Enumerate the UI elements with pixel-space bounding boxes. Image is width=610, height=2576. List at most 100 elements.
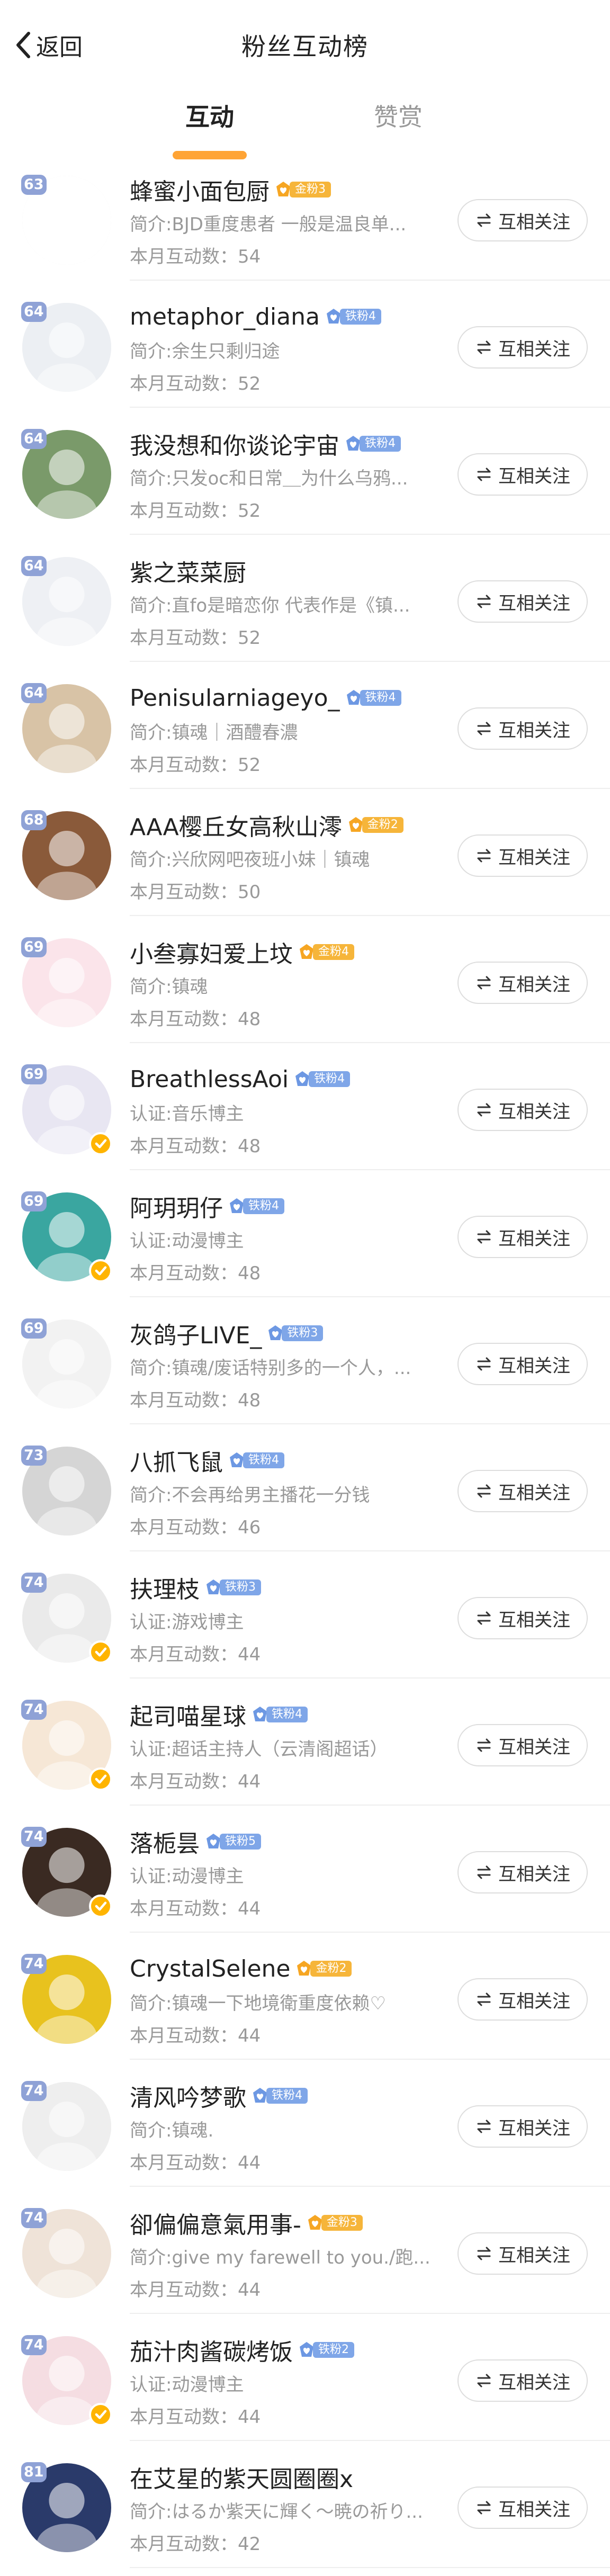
fan-row[interactable]: 68 AAA樱丘女高秋山澪 金粉2 简介:兴欣网吧夜班小妹｜镇魂 本月互动数：50 互相关… <box>0 789 610 916</box>
mutual-follow-button[interactable]: 互相关注 <box>457 580 588 623</box>
interaction-count: 本月互动数：48 <box>130 1259 458 1285</box>
fan-info: 灰鸽子LIVE_ 铁粉3 简介:镇魂/废话特别多的一个人，... 本月互动数：48 <box>130 1316 458 1412</box>
fan-info: 卻偏偏意氣用事- 金粉3 简介:give my farewell to you./跑… <box>130 2206 458 2301</box>
fan-info: 茄汁肉酱碳烤饭 铁粉2 认证:动漫博主 本月互动数：44 <box>130 2333 458 2428</box>
fan-name[interactable]: 起司喵星球 <box>130 1698 246 1731</box>
mutual-arrows-icon <box>477 1484 491 1498</box>
fan-row[interactable]: 64 metaphor_diana 铁粉4 简介:余生只剩归途 本月互动数：52 互相关注 <box>0 281 610 408</box>
fan-name[interactable]: 扶理枝 <box>130 1570 200 1604</box>
mutual-follow-button[interactable]: 互相关注 <box>457 2105 588 2148</box>
interaction-count-label: 本月互动数： <box>130 755 238 776</box>
fan-row[interactable]: 64 我没想和你谈论宇宙 铁粉4 简介:只发oc和日常＿为什么乌鸦... 本月互动数：5… <box>0 408 610 535</box>
fan-info: CrystalSelene 金粉2 简介:镇魂一下地境衛重度依赖♡ 本月互动数：44 <box>130 1952 458 2047</box>
fan-badge: 铁粉4 <box>344 435 401 453</box>
interaction-count-label: 本月互动数： <box>130 500 238 522</box>
fan-name[interactable]: AAA樱丘女高秋山澪 <box>130 808 342 842</box>
mutual-follow-button[interactable]: 互相关注 <box>457 1597 588 1639</box>
fan-name[interactable]: 小叁寡妇爱上坟 <box>130 935 293 969</box>
fan-name[interactable]: BreathlessAoi <box>130 1066 289 1093</box>
fan-badge: 铁粉4 <box>227 1451 284 1469</box>
mutual-follow-button[interactable]: 互相关注 <box>457 2232 588 2275</box>
interaction-count-label: 本月互动数： <box>130 1644 238 1665</box>
name-line: AAA樱丘女高秋山澪 金粉2 <box>130 808 458 842</box>
tab-bar: 互动 赞赏 <box>0 87 610 159</box>
fan-row[interactable]: 74 起司喵星球 铁粉4 认证:超话主持人（云清阁超话） 本月互动数：44 互相关注 <box>0 1679 610 1806</box>
mutual-follow-button[interactable]: 互相关注 <box>457 2359 588 2402</box>
fan-name[interactable]: 落栀昙 <box>130 1825 200 1859</box>
mutual-arrows-icon <box>477 2247 491 2260</box>
level-badge: 74 <box>21 1827 47 1847</box>
fan-row[interactable]: 69 BreathlessAoi 铁粉4 认证:音乐博主 本月互动数：48 互相关注 <box>0 1043 610 1170</box>
level-badge: 74 <box>21 1573 47 1593</box>
fan-badge-label: 金粉2 <box>362 817 403 833</box>
tab-interaction[interactable]: 互动 <box>130 98 289 159</box>
verified-icon <box>89 1259 112 1282</box>
fan-row[interactable]: 69 小叁寡妇爱上坟 金粉4 简介:镇魂 本月互动数：48 互相关注 <box>0 916 610 1043</box>
mutual-follow-button[interactable]: 互相关注 <box>457 1724 588 1766</box>
fan-row[interactable]: 64 紫之菜菜厨 简介:直fo是暗恋你 代表作是《镇... 本月互动数：52 互相关注 <box>0 535 610 662</box>
interaction-count-value: 52 <box>238 500 261 522</box>
fan-badge: 铁粉4 <box>324 308 381 326</box>
fan-name[interactable]: 清风吟梦歌 <box>130 2079 246 2113</box>
fan-row[interactable]: 74 CrystalSelene 金粉2 简介:镇魂一下地境衛重度依赖♡ 本月互动数：4… <box>0 1933 610 2060</box>
fan-row[interactable]: 74 落栀昙 铁粉5 认证:动漫博主 本月互动数：44 互相关注 <box>0 1806 610 1933</box>
fan-badge-label: 铁粉4 <box>339 309 381 325</box>
fan-row[interactable]: 74 卻偏偏意氣用事- 金粉3 简介:give my farewell to you.… <box>0 2187 610 2314</box>
interaction-count-label: 本月互动数： <box>130 1771 238 1792</box>
fan-badge: 铁粉4 <box>293 1070 351 1088</box>
tab-reward[interactable]: 赞赏 <box>319 98 478 133</box>
fan-row[interactable]: 69 阿玥玥仔 铁粉4 认证:动漫博主 本月互动数：48 互相关注 <box>0 1170 610 1297</box>
fan-row[interactable]: 74 清风吟梦歌 铁粉4 简介:镇魂. 本月互动数：44 互相关注 <box>0 2060 610 2187</box>
fan-name[interactable]: 阿玥玥仔 <box>130 1189 223 1223</box>
fan-badge-label: 铁粉3 <box>220 1579 261 1595</box>
fan-name[interactable]: 我没想和你谈论宇宙 <box>130 427 339 461</box>
mutual-follow-button[interactable]: 互相关注 <box>457 1470 588 1512</box>
fan-name[interactable]: 紫之菜菜厨 <box>130 554 246 588</box>
fan-name[interactable]: 八抓飞鼠 <box>130 1443 223 1477</box>
fan-name[interactable]: metaphor_diana <box>130 303 320 330</box>
mutual-follow-label: 互相关注 <box>498 338 570 360</box>
fan-row[interactable]: 81 在艾星的紫天圆圈圈x 简介:はるか紫天に輝く～暁の祈り... 本月互动数：42 互… <box>0 2441 610 2568</box>
mutual-follow-button[interactable]: 互相关注 <box>457 326 588 369</box>
fan-row[interactable]: 69 灰鸽子LIVE_ 铁粉3 简介:镇魂/废话特别多的一个人，... 本月互动数：48… <box>0 1297 610 1424</box>
name-line: 扶理枝 铁粉3 <box>130 1570 458 1604</box>
mutual-follow-button[interactable]: 互相关注 <box>457 1089 588 1131</box>
interaction-count-value: 52 <box>238 373 261 394</box>
fan-name[interactable]: 蜂蜜小面包厨 <box>130 173 270 207</box>
mutual-follow-label: 互相关注 <box>498 2245 570 2266</box>
mutual-follow-button[interactable]: 互相关注 <box>457 1216 588 1258</box>
name-line: 八抓飞鼠 铁粉4 <box>130 1443 458 1477</box>
fan-row[interactable]: 64 Penisularniageyo_ 铁粉4 简介:镇魂｜酒醴春濃 本月互动数：52… <box>0 662 610 789</box>
level-badge: 74 <box>21 1700 47 1720</box>
fan-name[interactable]: CrystalSelene <box>130 1955 290 1982</box>
level-badge: 73 <box>21 1446 47 1466</box>
fan-row[interactable]: 74 扶理枝 铁粉3 认证:游戏博主 本月互动数：44 互相关注 <box>0 1551 610 1679</box>
mutual-follow-button[interactable]: 互相关注 <box>457 962 588 1004</box>
fan-row[interactable]: 74 茄汁肉酱碳烤饭 铁粉2 认证:动漫博主 本月互动数：44 互相关注 <box>0 2314 610 2441</box>
fan-row[interactable]: 73 八抓飞鼠 铁粉4 简介:不会再给男主播花一分钱 本月互动数：46 互相关注 <box>0 1424 610 1551</box>
mutual-arrows-icon <box>477 849 491 863</box>
fan-row[interactable]: 63 蜂蜜小面包厨 金粉3 简介:BJD重度患者 一般是温良单... 本月互动数：54 互… <box>0 154 610 281</box>
name-line: 小叁寡妇爱上坟 金粉4 <box>130 935 458 969</box>
fan-info: 八抓飞鼠 铁粉4 简介:不会再给男主播花一分钱 本月互动数：46 <box>130 1443 458 1539</box>
mutual-follow-button[interactable]: 互相关注 <box>457 1851 588 1893</box>
mutual-follow-button[interactable]: 互相关注 <box>457 834 588 877</box>
mutual-follow-button[interactable]: 互相关注 <box>457 707 588 750</box>
fan-name[interactable]: 灰鸽子LIVE_ <box>130 1316 262 1350</box>
interaction-count-label: 本月互动数： <box>130 373 238 394</box>
mutual-follow-button[interactable]: 互相关注 <box>457 1978 588 2021</box>
mutual-follow-button[interactable]: 互相关注 <box>457 199 588 241</box>
mutual-follow-button[interactable]: 互相关注 <box>457 2487 588 2529</box>
fan-info: 落栀昙 铁粉5 认证:动漫博主 本月互动数：44 <box>130 1825 458 1920</box>
mutual-follow-button[interactable]: 互相关注 <box>457 1343 588 1385</box>
fan-name[interactable]: 在艾星的紫天圆圈圈x <box>130 2460 353 2494</box>
interaction-count: 本月互动数：44 <box>130 2402 458 2428</box>
fan-name[interactable]: 茄汁肉酱碳烤饭 <box>130 2333 293 2367</box>
mutual-arrows-icon <box>477 976 491 990</box>
fan-info: Penisularniageyo_ 铁粉4 简介:镇魂｜酒醴春濃 本月互动数：52 <box>130 681 458 776</box>
fan-badge: 金粉2 <box>346 816 403 834</box>
fan-name[interactable]: 卻偏偏意氣用事- <box>130 2206 301 2240</box>
name-line: 紫之菜菜厨 <box>130 554 458 588</box>
fan-name[interactable]: Penisularniageyo_ <box>130 685 340 712</box>
mutual-follow-button[interactable]: 互相关注 <box>457 453 588 496</box>
